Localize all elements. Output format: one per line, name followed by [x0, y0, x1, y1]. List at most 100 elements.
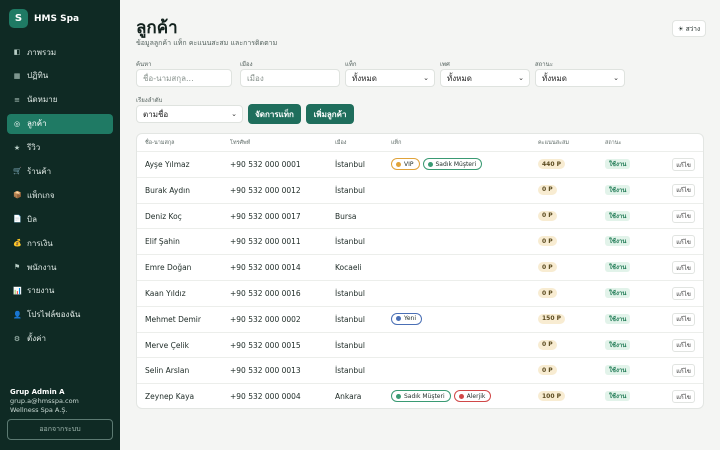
page-subtitle: ข้อมูลลูกค้า แท็ก คะแนนสะสม และการติดตาม [136, 39, 278, 47]
table-row[interactable]: Emre Doğan +90 532 000 0014 Kocaeli 0 P ใช้ง… [137, 254, 703, 280]
search-input[interactable]: ชื่อ-นามสกุล... [136, 69, 232, 87]
appointments-icon: ≡ [14, 95, 20, 104]
cell-phone: +90 532 000 0017 [230, 211, 301, 221]
brand-logo: S [9, 9, 28, 28]
cell-name: Deniz Koç [145, 211, 182, 221]
tag-chip: Yeni [391, 312, 423, 325]
chevron-down-icon: ⌄ [423, 74, 429, 82]
cell-phone: +90 532 000 0012 [230, 185, 301, 195]
cell-phone: +90 532 000 0011 [230, 237, 301, 247]
sidebar-item-reviews[interactable]: ★ รีวิว [7, 138, 113, 158]
table-row[interactable]: Ayşe Yılmaz +90 532 000 0001 İstanbul VIP Sa… [137, 151, 703, 177]
user-name: Grup Admin A [10, 388, 65, 396]
city-input[interactable]: เมือง [240, 69, 340, 87]
cell-name: Selin Arslan [145, 366, 190, 376]
add-customer-button[interactable]: เพิ่มลูกค้า [306, 104, 354, 124]
sidebar-item-settings[interactable]: ⚙ ตั้งค่า [7, 329, 113, 349]
edit-button[interactable]: แก้ไข [672, 235, 695, 249]
theme-toggle-button[interactable]: ☀ สว่าง [672, 20, 706, 37]
dashboard-icon: ◧ [13, 48, 21, 56]
cell-city: İstanbul [335, 160, 366, 169]
tag-chip: Alerjik [453, 390, 492, 403]
sort-select-value: ตามชื่อ [143, 109, 169, 119]
tag-label: Sadık Müşteri [435, 160, 477, 168]
sidebar-item-staff[interactable]: ⚑ พนักงาน [7, 257, 113, 277]
brand[interactable]: S HMS Spa [9, 9, 79, 28]
cell-name: Ayşe Yılmaz [145, 160, 190, 169]
tag-list: Sadık Müşteri Alerjik [391, 390, 492, 403]
sidebar-item-label: ปฏิทิน [27, 71, 49, 81]
points-badge: 150 P [538, 313, 566, 324]
manage-tags-button[interactable]: จัดการแท็ก [248, 104, 301, 124]
sidebar-item-packages[interactable]: 📦 แพ็กเกจ [7, 185, 113, 205]
logout-button[interactable]: ออกจากระบบ [7, 419, 113, 440]
tag-dot-icon [458, 393, 464, 399]
tag-dot-icon [396, 393, 401, 399]
sort-select[interactable]: ตามชื่อ ⌄ [136, 105, 243, 123]
packages-icon: 📦 [13, 191, 22, 200]
sidebar-item-shop[interactable]: 🛒 ร้านค้า [7, 161, 113, 181]
user-email: grup.a@hmsspa.com [10, 397, 79, 405]
points-badge: 100 P [538, 391, 566, 402]
table-row[interactable]: Merve Çelik +90 532 000 0015 İstanbul 0 P ใช… [137, 331, 703, 358]
cell-city: İstanbul [335, 314, 366, 324]
sidebar-item-my-profile[interactable]: 👤 โปรไฟล์ของฉัน [7, 305, 113, 325]
edit-button[interactable]: แก้ไข [672, 338, 695, 352]
table-row[interactable]: Elif Şahin +90 532 000 0011 İstanbul 0 P ใช้… [137, 228, 703, 254]
cell-name: Kaan Yıldız [145, 289, 186, 298]
gender-select[interactable]: ทั้งหมด ⌄ [440, 69, 530, 87]
status-select[interactable]: ทั้งหมด ⌄ [535, 69, 625, 87]
tag-select[interactable]: ทั้งหมด ⌄ [345, 69, 435, 87]
sidebar-item-bills[interactable]: 📄 บิล [7, 209, 113, 229]
cell-city: Ankara [335, 392, 362, 402]
status-filter-label: สถานะ [535, 61, 553, 68]
edit-button[interactable]: แก้ไข [672, 287, 695, 300]
cell-city: Kocaeli [335, 263, 362, 273]
edit-button[interactable]: แก้ไข [672, 183, 695, 197]
sidebar-item-label: โปรไฟล์ของฉัน [27, 310, 81, 320]
edit-button[interactable]: แก้ไข [672, 158, 695, 171]
edit-button[interactable]: แก้ไข [672, 390, 695, 404]
cell-phone: +90 532 000 0002 [230, 314, 301, 324]
table-row[interactable]: Burak Aydın +90 532 000 0012 İstanbul 0 P ใช… [137, 176, 703, 203]
tag-filter-label: แท็ก [345, 61, 357, 68]
tag-label: Yeni [404, 315, 417, 323]
tag-list: VIP Sadık Müşteri [391, 158, 483, 170]
settings-icon: ⚙ [13, 334, 21, 343]
edit-button[interactable]: แก้ไข [672, 209, 695, 223]
cell-city: İstanbul [335, 366, 366, 376]
sidebar-item-dashboard[interactable]: ◧ ภาพรวม [7, 42, 113, 62]
sidebar-item-finance[interactable]: 💰 การเงิน [7, 233, 113, 253]
status-badge: ใช้งาน [605, 339, 631, 350]
chevron-down-icon: ⌄ [613, 74, 619, 82]
table-row[interactable]: Deniz Koç +90 532 000 0017 Bursa 0 P ใช้งาน แ… [137, 202, 703, 229]
sidebar-item-label: พนักงาน [27, 262, 57, 272]
sidebar-item-reports[interactable]: 📊 รายงาน [7, 281, 113, 301]
sidebar: S HMS Spa ◧ ภาพรวม ▦ ปฏิทิน ≡ นัดหมาย ◎ ลูกค้า ★… [0, 0, 120, 450]
edit-button[interactable]: แก้ไข [672, 364, 695, 378]
header-status: สถานะ [605, 140, 622, 146]
brand-name: HMS Spa [34, 13, 80, 24]
edit-button[interactable]: แก้ไข [672, 261, 695, 275]
cell-name: Emre Doğan [145, 263, 192, 273]
cell-name: Burak Aydın [145, 185, 190, 195]
status-badge: ใช้งาน [605, 236, 631, 247]
table-row[interactable]: Selin Arslan +90 532 000 0013 İstanbul 0 P ใ… [137, 357, 703, 383]
points-badge: 0 P [538, 365, 557, 376]
gender-select-value: ทั้งหมด [447, 73, 472, 83]
cell-name: Merve Çelik [145, 340, 189, 350]
sidebar-item-calendar[interactable]: ▦ ปฏิทิน [7, 66, 113, 86]
sort-label: เรียงลำดับ [136, 97, 163, 104]
sidebar-item-customers[interactable]: ◎ ลูกค้า [7, 113, 113, 134]
sidebar-item-appointments[interactable]: ≡ นัดหมาย [7, 90, 113, 110]
table-row[interactable]: Kaan Yıldız +90 532 000 0016 İstanbul 0 P ใช… [137, 280, 703, 306]
header-city: เมือง [335, 140, 347, 146]
edit-button[interactable]: แก้ไข [672, 312, 695, 326]
reports-icon: 📊 [13, 286, 22, 295]
sidebar-item-label: บิล [27, 214, 37, 224]
points-badge: 0 P [538, 339, 557, 350]
cell-city: İstanbul [335, 237, 366, 247]
table-row[interactable]: Zeynep Kaya +90 532 000 0004 Ankara Sadık M… [137, 383, 703, 408]
tag-dot-icon [427, 161, 433, 167]
table-row[interactable]: Mehmet Demir +90 532 000 0002 İstanbul Yeni… [137, 305, 703, 332]
